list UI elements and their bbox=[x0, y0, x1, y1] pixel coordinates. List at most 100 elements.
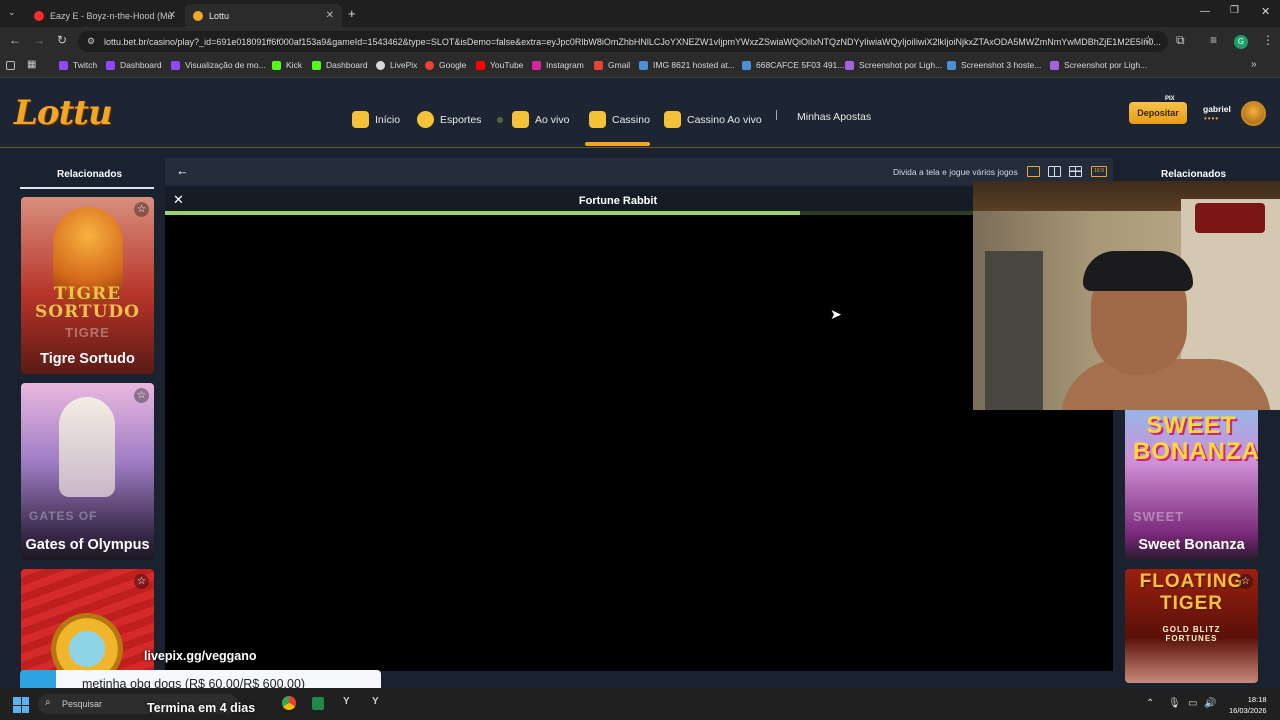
bookmark-screenshot-1[interactable]: Screenshot por Ligh... bbox=[845, 60, 942, 70]
new-tab-icon[interactable]: + bbox=[348, 6, 356, 21]
search-placeholder: Pesquisar bbox=[62, 699, 103, 709]
youtube-icon bbox=[476, 60, 485, 70]
livepix-link: livepix.gg/veggano bbox=[144, 649, 257, 663]
instagram-icon bbox=[532, 60, 541, 70]
livepix-icon bbox=[376, 60, 385, 70]
close-tab-icon[interactable]: ✕ bbox=[326, 10, 334, 21]
username[interactable]: gabriel bbox=[1203, 104, 1231, 114]
favorite-star-icon[interactable]: ☆ bbox=[1238, 574, 1253, 589]
tab-lottu[interactable]: Lottu ✕ bbox=[185, 4, 342, 27]
lightshot-icon bbox=[1050, 60, 1059, 70]
bookmark-dashboard[interactable]: Dashboard bbox=[106, 60, 162, 70]
site-info-icon[interactable]: ⚙ bbox=[87, 36, 95, 47]
streamer-webcam bbox=[973, 181, 1280, 410]
tab-youtube[interactable]: Eazy E - Boyz-n-the-Hood (Mu ✕ bbox=[26, 4, 184, 27]
right-sidebar-heading: Relacionados bbox=[1161, 169, 1227, 180]
back-arrow-icon[interactable]: ← bbox=[176, 163, 189, 178]
taskbar-app-chrome-icon[interactable] bbox=[282, 696, 296, 710]
layout-single-icon[interactable] bbox=[1027, 166, 1040, 177]
url-bar[interactable]: ⚙ lottu.bet.br/casino/play?_id=691e01809… bbox=[78, 31, 1168, 52]
bookmark-visualizacao[interactable]: Visualização de mo... bbox=[171, 60, 266, 70]
site-logo[interactable]: Lottu bbox=[14, 93, 113, 133]
bookmark-youtube[interactable]: YouTube bbox=[476, 60, 523, 70]
balance-hidden[interactable]: •••• bbox=[1204, 114, 1219, 123]
nav-cassino-ao-vivo[interactable]: Cassino Ao vivo bbox=[664, 111, 762, 128]
nav-esportes[interactable]: Esportes bbox=[417, 111, 481, 128]
bookmark-instagram[interactable]: Instagram bbox=[532, 60, 584, 70]
live-cards-icon bbox=[664, 111, 681, 128]
nav-cassino[interactable]: Cassino bbox=[589, 111, 650, 128]
bookmark-kick-dashboard[interactable]: Dashboard bbox=[312, 60, 368, 70]
layout-16-9-icon[interactable]: 16:9 bbox=[1091, 166, 1107, 177]
live-dot-icon bbox=[497, 116, 503, 123]
favorite-star-icon[interactable]: ☆ bbox=[134, 574, 149, 589]
system-clock[interactable]: 18:18 16/03/2026 bbox=[1229, 694, 1267, 716]
twitch-icon bbox=[59, 60, 68, 70]
microphone-icon[interactable]: 🎙 bbox=[1168, 698, 1181, 709]
minimize-icon[interactable]: — bbox=[1200, 6, 1210, 17]
close-window-icon[interactable]: ✕ bbox=[1261, 5, 1270, 18]
reload-icon[interactable]: ↻ bbox=[57, 33, 67, 47]
more-bookmarks-icon[interactable]: » bbox=[1251, 59, 1257, 70]
favorite-star-icon[interactable]: ☆ bbox=[134, 388, 149, 403]
game-card-gates-of-olympus[interactable]: GATES OF Gates of Olympus ☆ bbox=[21, 383, 154, 560]
card-title: Tigre Sortudo bbox=[40, 351, 135, 367]
reading-list-icon[interactable] bbox=[6, 61, 15, 70]
tray-chevron-icon[interactable]: ⌃ bbox=[1146, 698, 1154, 709]
taskbar-app-excel-icon[interactable] bbox=[312, 697, 324, 710]
ibb-icon bbox=[742, 60, 751, 70]
lottu-favicon-icon bbox=[193, 10, 203, 21]
split-screen-label: Divida a tela e jogue vários jogos bbox=[893, 167, 1018, 177]
user-avatar[interactable] bbox=[1241, 101, 1266, 126]
restore-icon[interactable]: ❐ bbox=[1230, 5, 1239, 16]
bookmark-screenshot-2[interactable]: Screenshot por Ligh... bbox=[1050, 60, 1147, 70]
bookmark-livepix[interactable]: LivePix bbox=[376, 60, 417, 70]
ibb-icon bbox=[639, 60, 648, 70]
game-frame[interactable] bbox=[165, 187, 1113, 671]
bookmark-google[interactable]: Google bbox=[425, 60, 466, 70]
apps-grid-icon[interactable]: ▦ bbox=[27, 59, 36, 70]
taskbar-app-y2-icon[interactable]: Y bbox=[372, 696, 379, 707]
game-card-floating-tiger[interactable]: FLOATING TIGER GOLD BLITZ FORTUNES ☆ bbox=[1125, 569, 1258, 683]
tab-title: Eazy E - Boyz-n-the-Hood (Mu bbox=[50, 10, 173, 21]
bookmark-star-icon[interactable]: ☆ bbox=[1143, 33, 1154, 47]
extensions-icon[interactable]: ⧉ bbox=[1176, 33, 1185, 48]
ibb-icon bbox=[947, 60, 956, 70]
game-card-tigre-sortudo[interactable]: TIGRE SORTUDO TIGRE Tigre Sortudo ☆ bbox=[21, 197, 154, 374]
mouse-cursor-icon: ➤ bbox=[830, 306, 842, 322]
search-icon: ⌕ bbox=[45, 697, 51, 708]
overlay-timer: Termina em 4 dias bbox=[147, 701, 256, 715]
nav-minhas-apostas[interactable]: Minhas Apostas bbox=[797, 111, 871, 123]
bookmark-screenshot-3[interactable]: Screenshot 3 hoste... bbox=[947, 60, 1041, 70]
card-art-title: SWEET BONANZA bbox=[1133, 412, 1258, 465]
tab-search-icon[interactable]: ⌄ bbox=[8, 7, 16, 18]
layout-quad-icon[interactable] bbox=[1069, 166, 1082, 177]
deposit-button[interactable]: Depositar bbox=[1129, 102, 1187, 124]
nav-inicio[interactable]: Início bbox=[352, 111, 400, 128]
windows-start-icon[interactable] bbox=[13, 697, 29, 713]
lightshot-icon bbox=[845, 60, 854, 70]
profile-avatar[interactable]: G bbox=[1234, 35, 1248, 49]
volume-icon[interactable]: 🔊 bbox=[1204, 698, 1216, 709]
taskbar-app-y-icon[interactable]: Y bbox=[343, 696, 350, 707]
nav-ao-vivo[interactable]: Ao vivo bbox=[497, 111, 569, 128]
back-icon[interactable]: ← bbox=[9, 33, 21, 47]
bookmark-668cafce[interactable]: 668CAFCE 5F03 491... bbox=[742, 60, 844, 70]
card-title: Gates of Olympus bbox=[25, 537, 150, 553]
clock-time: 18:18 bbox=[1247, 695, 1267, 704]
game-title: Fortune Rabbit bbox=[578, 195, 658, 207]
bookmark-img-8621[interactable]: IMG 8621 hosted at... bbox=[639, 60, 735, 70]
media-icon[interactable]: ≡ bbox=[1210, 33, 1217, 47]
bookmark-kick[interactable]: Kick bbox=[272, 60, 302, 70]
close-tab-icon[interactable]: ✕ bbox=[168, 10, 176, 21]
favorite-star-icon[interactable]: ☆ bbox=[134, 202, 149, 217]
bookmark-twitch[interactable]: Twitch bbox=[59, 60, 97, 70]
menu-icon[interactable]: ⋮ bbox=[1262, 33, 1274, 47]
twitch-icon bbox=[106, 60, 115, 70]
left-sidebar-heading: Relacionados bbox=[57, 169, 123, 180]
network-icon[interactable]: ▭ bbox=[1188, 698, 1197, 709]
bookmark-gmail[interactable]: Gmail bbox=[594, 60, 630, 70]
layout-double-icon[interactable] bbox=[1048, 166, 1061, 177]
game-card-aztec[interactable]: ☆ bbox=[21, 569, 154, 679]
forward-icon[interactable]: → bbox=[33, 33, 45, 47]
